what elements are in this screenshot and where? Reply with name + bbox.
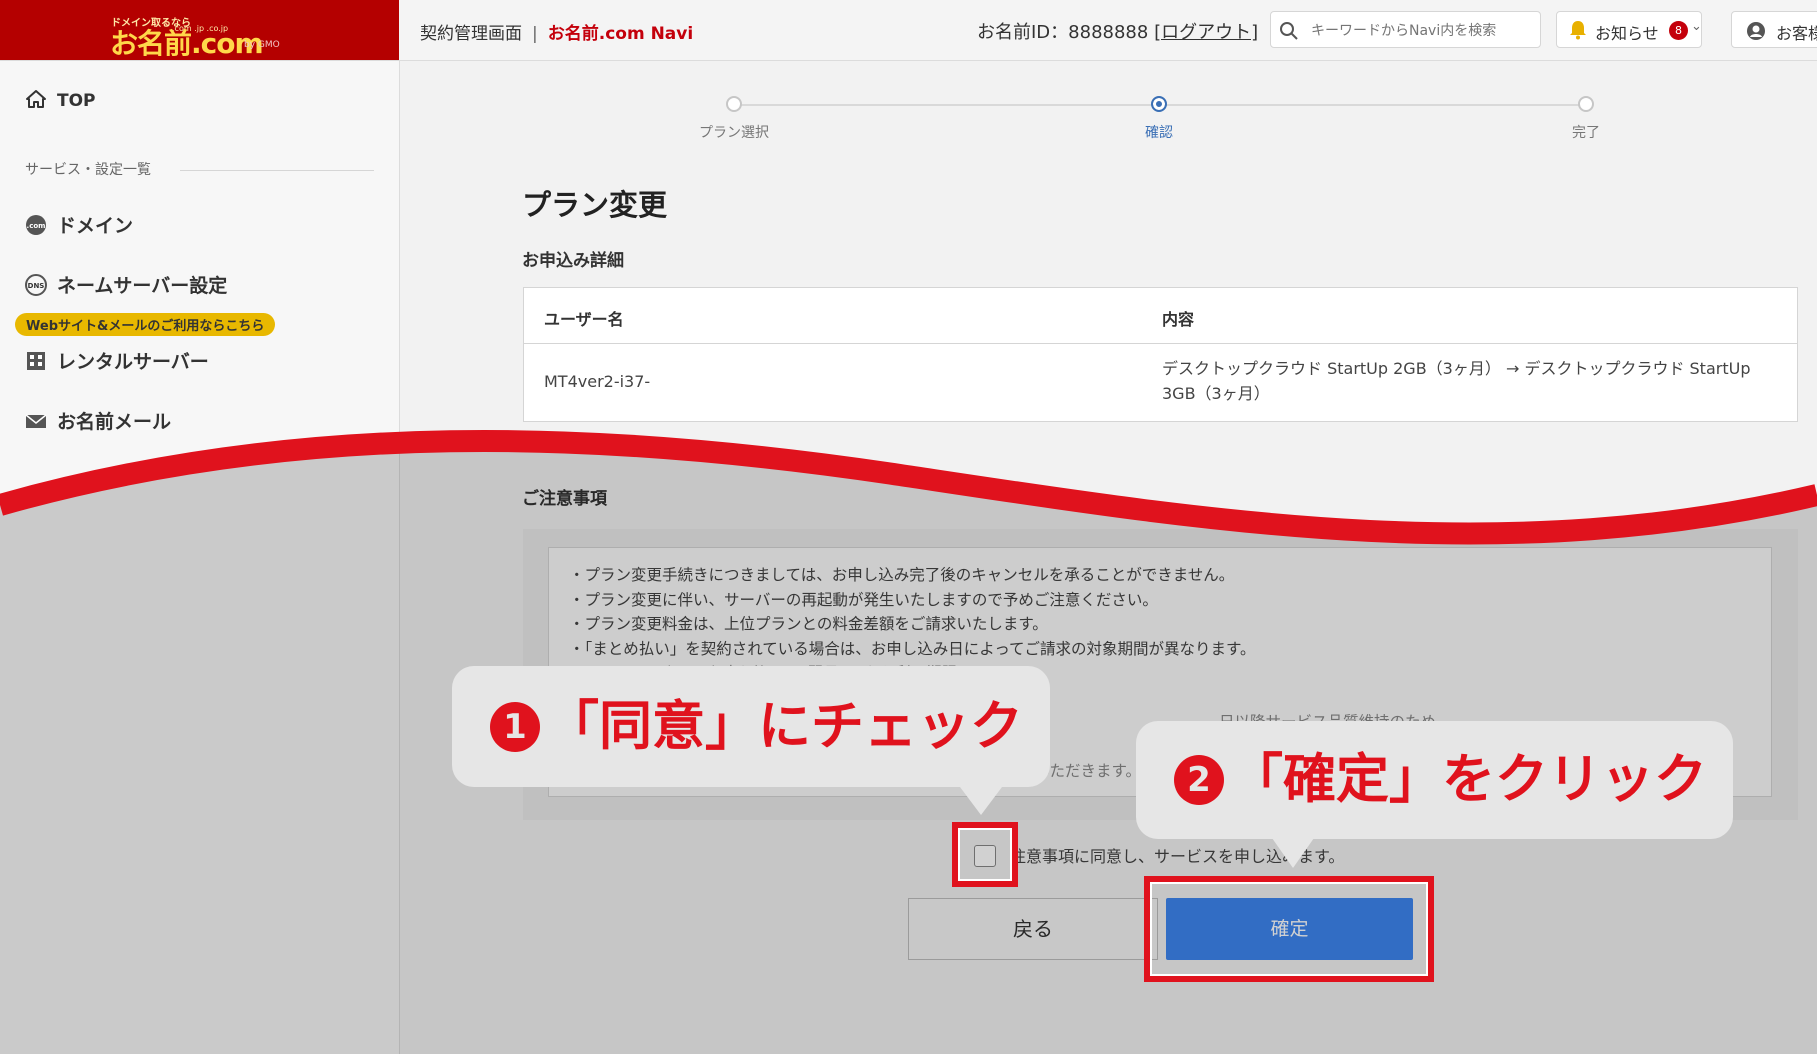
step-2-label: 確認 — [1145, 125, 1173, 141]
bell-icon — [1570, 21, 1586, 40]
com-icon: .com — [26, 215, 46, 235]
user-id-label: お名前ID：8888888 — [977, 22, 1149, 43]
sidebar-section-heading: サービス・設定一覧 — [25, 162, 151, 178]
step-2-indicator — [1151, 96, 1167, 112]
home-icon — [26, 90, 46, 108]
avatar-icon — [1747, 22, 1765, 40]
note-item: ・プラン変更手続きにつきましては、お申し込み完了後のキャンセルを承ることができま… — [569, 566, 1235, 584]
divider — [180, 170, 374, 171]
dns-icon: DNS — [25, 274, 47, 296]
details-table: ユーザー名 内容 MT4ver2-i37- デスクトップクラウド StartUp… — [523, 287, 1798, 422]
table-header: ユーザー名 内容 — [524, 288, 1797, 344]
step-1-indicator — [726, 96, 742, 112]
note-item: ・プラン変更に伴い、サーバーの再起動が発生いたしますので予めご注意ください。 — [569, 590, 1158, 609]
sidebar-item-label: TOP — [57, 91, 96, 111]
column-header-content: 内容 — [1162, 310, 1195, 329]
cell-username: MT4ver2-i37- — [544, 372, 651, 391]
sidebar-item-label: ネームサーバー設定 — [57, 275, 228, 297]
back-button[interactable]: 戻る — [908, 898, 1158, 960]
breadcrumb-separator: | — [532, 24, 538, 44]
user-id: お名前ID：8888888 [ログアウト] — [977, 18, 1258, 44]
sidebar-item-label: お名前メール — [57, 411, 172, 433]
details-heading: お申込み詳細 — [522, 251, 624, 271]
sidebar-item-rental-server[interactable]: レンタルサーバー — [25, 347, 209, 374]
sidebar-item-domain[interactable]: .com ドメイン — [25, 211, 133, 238]
notes-scroll-box[interactable]: ・プラン変更手続きにつきましては、お申し込み完了後のキャンセルを承ることができま… — [548, 547, 1772, 797]
note-subitem: 時的にいただきます。 — [1249, 737, 1403, 756]
web-mail-badge[interactable]: Webサイト&メールのご利用ならこちら — [15, 313, 276, 336]
step-3-indicator — [1578, 96, 1594, 112]
agree-label[interactable]: 注意事項に同意し、サービスを申し込みます。 — [1010, 843, 1344, 867]
logo-corp: by GMO — [244, 40, 280, 50]
breadcrumb-section[interactable]: 契約管理画面 — [420, 24, 522, 44]
svg-text:.com: .com — [27, 222, 46, 230]
sidebar: TOP サービス・設定一覧 .com ドメイン DNS ネームサーバー設定 Webサ… — [0, 61, 400, 1054]
account-label: お客様 — [1776, 24, 1817, 43]
sidebar-item-label: ドメイン — [57, 215, 134, 237]
note-item: ・プラン変更料金は、上位プランとの料金差額をご請求いたします。 — [569, 615, 1048, 633]
account-button[interactable]: お客様 — [1731, 11, 1817, 48]
cell-content-line1: デスクトップクラウド StartUp 2GB（3ヶ月） → デスクトップクラウド… — [1162, 359, 1751, 378]
sidebar-item-mail[interactable]: お名前メール — [25, 407, 171, 434]
confirm-button[interactable]: 確定 — [1166, 898, 1413, 960]
agree-checkbox[interactable] — [974, 845, 996, 867]
notice-button[interactable]: お知らせ 8 ⌄ — [1556, 11, 1702, 48]
search-icon — [1280, 22, 1298, 40]
note-subitem: 割引が適用される場合は、割引後の価格に基づいてご請求させていただきます。 — [585, 762, 1141, 780]
note-subitem: 日以降サービス品質維持のため — [1219, 713, 1437, 731]
note-subitem: 1日～10日までのお申し込み → 翌月1日から利用期限日 — [585, 664, 973, 682]
note-item: ・「まとめ払い」を契約されている場合は、お申し込み日によってご請求の対象期間が異… — [569, 639, 1256, 658]
sidebar-item-top[interactable]: TOP — [25, 89, 96, 111]
logo-wordmark: お名前.com — [110, 27, 264, 60]
search-box[interactable] — [1270, 11, 1541, 48]
breadcrumb-app[interactable]: お名前.com Navi — [548, 24, 693, 44]
step-1-label: プラン選択 — [699, 125, 769, 141]
cell-content-line2: 3GB（3ヶ月） — [1162, 384, 1270, 403]
logout-link[interactable]: [ログアウト] — [1154, 22, 1258, 43]
notice-count-badge: 8 — [1669, 21, 1688, 40]
server-icon — [27, 352, 45, 370]
column-header-user: ユーザー名 — [544, 310, 624, 329]
page-title: プラン変更 — [522, 188, 668, 222]
notice-label: お知らせ — [1595, 24, 1659, 43]
notes-heading: ご注意事項 — [522, 489, 607, 509]
mail-icon — [25, 414, 47, 428]
chevron-down-icon: ⌄ — [1691, 19, 1702, 34]
sidebar-item-label: レンタルサーバー — [57, 351, 209, 373]
app-header: ドメイン取るなら .com .jp .co.jp お名前.com by GMO … — [0, 0, 1817, 61]
logo[interactable]: ドメイン取るなら .com .jp .co.jp お名前.com by GMO — [0, 0, 399, 60]
step-3-label: 完了 — [1572, 125, 1600, 141]
sidebar-item-nameserver[interactable]: DNS ネームサーバー設定 — [25, 271, 227, 298]
breadcrumb: 契約管理画面 | お名前.com Navi — [420, 19, 693, 44]
search-input[interactable] — [1309, 18, 1533, 44]
note-subitem: 11日～月末までのお申し込み → 翌々月1日から利用期限日 — [585, 688, 994, 707]
svg-text:DNS: DNS — [28, 282, 45, 290]
